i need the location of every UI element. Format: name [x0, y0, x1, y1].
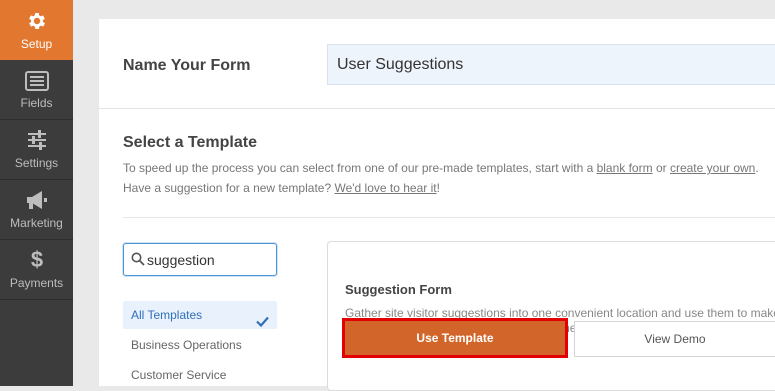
sidebar-item-label: Marketing	[10, 216, 63, 230]
template-title: Suggestion Form	[345, 282, 452, 297]
form-name-input[interactable]	[327, 44, 775, 85]
blank-form-link[interactable]: blank form	[597, 161, 653, 175]
dollar-icon: $	[29, 247, 45, 271]
setup-panel: Name Your Form Select a Template To spee…	[99, 19, 775, 391]
sidebar-item-label: Payments	[9, 276, 64, 290]
sidebar-item-setup[interactable]: Setup	[0, 0, 73, 60]
template-search	[123, 243, 277, 276]
sidebar-item-marketing[interactable]: Marketing	[0, 180, 73, 240]
fields-icon	[24, 71, 49, 91]
sidebar-item-label: Settings	[14, 156, 59, 170]
divider	[123, 217, 775, 218]
create-your-own-link[interactable]: create your own	[670, 161, 755, 175]
megaphone-icon	[25, 189, 49, 211]
category-business-operations[interactable]: Business Operations	[123, 331, 277, 359]
suggest-template-link[interactable]: We'd love to hear it	[334, 181, 436, 195]
sliders-icon	[26, 129, 48, 151]
sidebar-item-settings[interactable]: Settings	[0, 120, 73, 180]
template-card: Suggestion Form Gather site visitor sugg…	[327, 241, 775, 391]
category-label: Customer Service	[131, 368, 227, 382]
builder-sidebar: Setup Fields Settings Marketing $ Paymen…	[0, 0, 73, 386]
svg-text:$: $	[30, 247, 42, 271]
form-name-label: Name Your Form	[123, 57, 251, 74]
section-title: Select a Template	[123, 134, 257, 151]
sidebar-item-label: Fields	[20, 96, 53, 110]
view-demo-button[interactable]: View Demo	[574, 321, 775, 357]
sidebar-item-payments[interactable]: $ Payments	[0, 240, 73, 300]
section-description: To speed up the process you can select f…	[123, 158, 773, 198]
divider	[99, 108, 775, 109]
gear-icon	[26, 10, 48, 32]
sidebar-item-label: Setup	[20, 37, 53, 51]
category-label: All Templates	[131, 308, 203, 322]
search-input[interactable]	[147, 244, 273, 275]
category-customer-service[interactable]: Customer Service	[123, 361, 277, 389]
search-icon	[131, 252, 145, 271]
category-label: Business Operations	[131, 338, 242, 352]
sidebar-item-fields[interactable]: Fields	[0, 60, 73, 120]
use-template-button[interactable]: Use Template	[342, 318, 568, 358]
desc-text: To speed up the process you can select f…	[123, 161, 597, 175]
category-all-templates[interactable]: All Templates	[123, 301, 277, 329]
desc-text: or	[652, 161, 670, 175]
desc-text: !	[436, 181, 440, 195]
